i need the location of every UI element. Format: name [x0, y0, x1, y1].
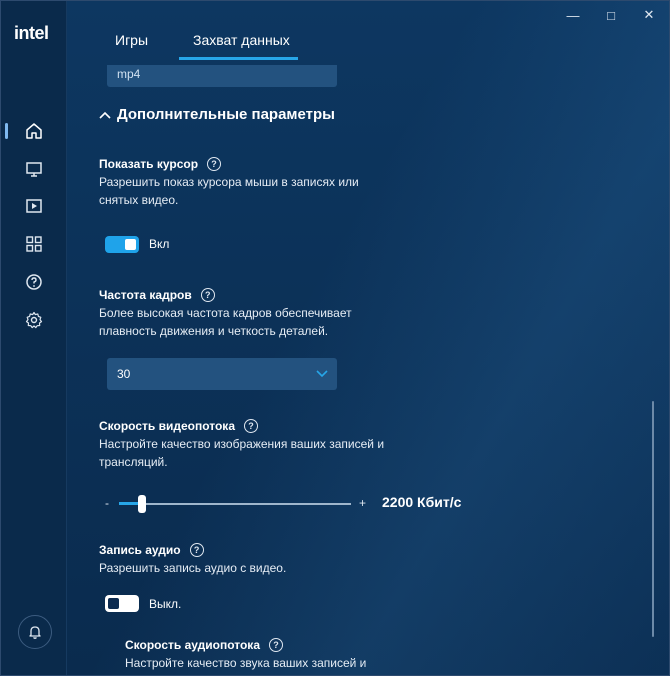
audio-bitrate-label: Скорость аудиопотока ? [125, 638, 283, 652]
bitrate-title: Скорость видеопотока [99, 419, 235, 433]
help-icon[interactable] [24, 272, 44, 292]
active-tab-underline [179, 57, 298, 60]
audio-bitrate-title: Скорость аудиопотока [125, 638, 260, 652]
audio-bitrate-description: Настройте качество звука ваших записей и [125, 656, 367, 670]
format-select[interactable]: mp4 [107, 65, 337, 87]
show-cursor-label: Показать курсор ? [99, 157, 222, 171]
tab-games[interactable]: Игры [115, 32, 148, 48]
help-circle-icon[interactable]: ? [189, 543, 204, 557]
help-circle-icon[interactable]: ? [200, 288, 215, 302]
audio-description: Разрешить запись аудио с видео. [99, 561, 287, 575]
tab-capture[interactable]: Захват данных [193, 32, 290, 48]
bitrate-label: Скорость видеопотока ? [99, 419, 258, 433]
bitrate-value: 2200 Кбит/с [382, 494, 462, 510]
bitrate-description: Настройте качество изображения ваших зап… [99, 437, 385, 469]
slider-plus: + [359, 496, 367, 510]
home-icon[interactable] [24, 121, 44, 141]
frame-rate-title: Частота кадров [99, 288, 192, 302]
help-circle-icon[interactable]: ? [269, 638, 283, 652]
show-cursor-toggle-label: Вкл [149, 237, 170, 251]
active-nav-indicator [5, 123, 8, 139]
section-title: Дополнительные параметры [117, 106, 335, 123]
scrollbar[interactable] [652, 401, 654, 637]
show-cursor-toggle[interactable] [105, 236, 139, 253]
app-window: intel — □ ✕ Игры Захват данных mp4 Допол… [0, 0, 670, 676]
notifications-button[interactable] [18, 615, 52, 649]
audio-title: Запись аудио [99, 543, 181, 557]
monitor-icon[interactable] [24, 159, 44, 179]
apps-grid-icon[interactable] [24, 234, 44, 254]
slider-minus: - [105, 496, 109, 510]
section-header[interactable]: Дополнительные параметры [99, 106, 335, 123]
tab-bar: Игры Захват данных [67, 1, 669, 61]
frame-rate-select[interactable]: 30 [107, 358, 337, 390]
logo-text: intel [14, 23, 49, 43]
frame-rate-label: Частота кадров ? [99, 288, 215, 302]
video-icon[interactable] [24, 196, 44, 216]
frame-rate-description: Более высокая частота кадров обеспечивае… [99, 306, 352, 338]
intel-logo: intel [14, 23, 49, 44]
bitrate-slider-thumb[interactable] [138, 495, 147, 513]
audio-toggle[interactable] [105, 595, 139, 612]
chevron-up-icon [99, 111, 111, 119]
gear-icon[interactable] [24, 310, 44, 330]
toggle-knob [125, 239, 136, 250]
slider-track[interactable] [119, 503, 351, 505]
help-circle-icon[interactable]: ? [244, 419, 258, 433]
show-cursor-title: Показать курсор [99, 157, 199, 171]
format-value: mp4 [117, 67, 141, 81]
chevron-down-icon [315, 366, 329, 383]
help-circle-icon[interactable]: ? [207, 157, 222, 171]
audio-label: Запись аудио ? [99, 543, 204, 557]
frame-rate-value: 30 [117, 367, 131, 381]
bitrate-slider-row: - + 2200 Кбит/с [105, 493, 485, 513]
toggle-knob [108, 598, 119, 609]
audio-toggle-label: Выкл. [149, 597, 182, 611]
settings-content: mp4 Дополнительные параметры Показать ку… [67, 61, 669, 675]
sidebar: intel [1, 1, 67, 675]
bell-icon [27, 624, 43, 640]
show-cursor-description: Разрешить показ курсора мыши в записях и… [99, 175, 359, 207]
